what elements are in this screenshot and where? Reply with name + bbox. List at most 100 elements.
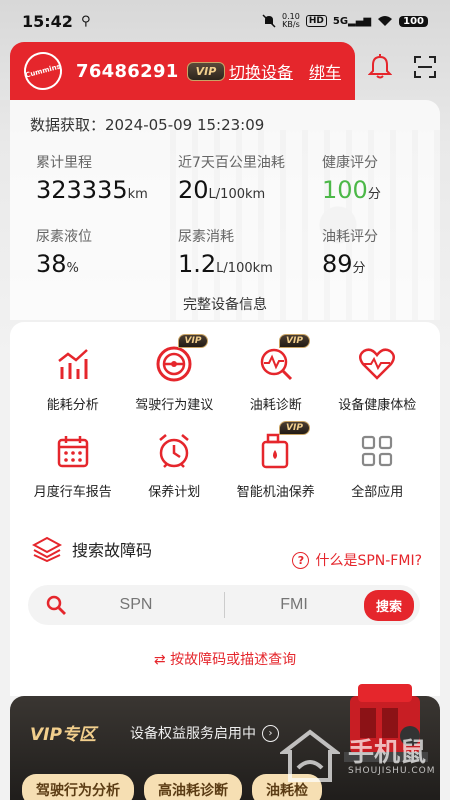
metric-value: 100 (322, 176, 368, 204)
metric-label: 近7天百公里油耗 (178, 155, 285, 171)
metric-value: 20 (178, 176, 209, 204)
function-label: 驾驶行为建议 (135, 398, 214, 413)
metric-unit: % (66, 261, 79, 276)
metric-value: 323335 (36, 176, 128, 204)
metric-health-score: 健康评分 100分 (322, 152, 381, 204)
logo-text: Cummins (24, 62, 62, 80)
metric-unit: 分 (367, 187, 381, 202)
functions-grid: 能耗分析 VIP 驾驶行为建议 VIP 油耗诊断 设备健康体检 月度行车报告 保… (22, 334, 429, 500)
fault-code-search-section: 搜索故障码 ? 什么是SPN-FMI? 搜索 ⇄ 按故障码或描述查询 (10, 516, 440, 696)
net-speed-unit: KB/s (282, 20, 300, 29)
status-time: 15:42 (22, 11, 73, 31)
status-bar: 15:42 ⚲ 0.10 KB/s HD 5G▂▄▆ 100 (0, 0, 450, 42)
metric-7day-fuel: 近7天百公里油耗 20L/100km (178, 152, 285, 204)
spn-input[interactable] (76, 596, 196, 614)
search-button[interactable]: 搜索 (363, 589, 414, 621)
fault-code-search-bar: 搜索 (28, 585, 420, 625)
search-title-text: 搜索故障码 (72, 541, 153, 560)
metric-unit: L/100km (216, 261, 273, 276)
all-apps-button[interactable]: 全部应用 (327, 431, 429, 500)
fmi-input[interactable] (229, 596, 359, 614)
net-speed: 0.10 KB/s (282, 13, 300, 29)
switch-device-link[interactable]: 切换设备 (229, 59, 293, 83)
alarm-clock-icon (154, 431, 194, 471)
vip-subtitle-text: 设备权益服务启用中 (130, 726, 256, 742)
device-header: Cummins 76486291 VIP 切换设备 绑车 (10, 42, 355, 100)
full-device-info-link[interactable]: 完整设备信息 (10, 294, 440, 314)
maintenance-plan-button[interactable]: 保养计划 (124, 431, 226, 500)
swap-icon: ⇄ (153, 652, 171, 668)
help-link-text: 什么是SPN-FMI? (315, 553, 422, 569)
function-label: 油耗诊断 (249, 398, 302, 413)
fetch-label: 数据获取： (30, 116, 106, 134)
mute-icon (262, 14, 276, 28)
metric-unit: 分 (352, 261, 366, 276)
metric-fuel-score: 油耗评分 89分 (322, 226, 378, 278)
metric-value: 89 (322, 250, 353, 278)
health-check-button[interactable]: 设备健康体检 (327, 344, 429, 413)
vip-zone-subtitle: 设备权益服务启用中 › (130, 723, 279, 743)
vehicle-data-card: 数据获取：2024-05-09 15:23:09 累计里程 323335km 近… (10, 100, 440, 320)
chevron-right-icon: › (262, 724, 279, 742)
question-icon: ? (292, 551, 310, 569)
metric-urea-level: 尿素液位 38% (36, 226, 92, 278)
watermark-text: 手机鼠 (348, 738, 427, 768)
functions-card: 能耗分析 VIP 驾驶行为建议 VIP 油耗诊断 设备健康体检 月度行车报告 保… (10, 322, 440, 516)
driving-behavior-button[interactable]: VIP 驾驶行为建议 (124, 334, 226, 413)
function-label: 保养计划 (148, 485, 201, 500)
data-fetch-time: 数据获取：2024-05-09 15:23:09 (30, 114, 264, 135)
status-icons: 0.10 KB/s HD 5G▂▄▆ 100 (262, 13, 428, 29)
usb-icon: ⚲ (80, 13, 91, 29)
search-icon (46, 595, 66, 615)
layers-icon (32, 536, 62, 562)
fetch-time-value: 2024-05-09 15:23:09 (105, 116, 265, 134)
metric-urea-consumption: 尿素消耗 1.2L/100km (178, 226, 273, 278)
fuel-diagnosis-button[interactable]: VIP 油耗诊断 (225, 334, 327, 413)
monthly-report-button[interactable]: 月度行车报告 (22, 431, 124, 500)
bind-vehicle-link[interactable]: 绑车 (309, 59, 341, 83)
vip-tag: VIP (279, 334, 310, 348)
vip-service-pill[interactable]: 驾驶行为分析 (22, 774, 134, 800)
hd-badge: HD (305, 15, 327, 27)
header-icons (368, 54, 436, 80)
metric-label: 尿素液位 (36, 229, 92, 245)
vip-badge: VIP (186, 61, 226, 81)
vip-service-pill[interactable]: 高油耗诊断 (144, 774, 242, 800)
smart-oil-maintenance-button[interactable]: VIP 智能机油保养 (225, 421, 327, 500)
function-label: 智能机油保养 (236, 485, 315, 500)
energy-analysis-button[interactable]: 能耗分析 (22, 344, 124, 413)
vip-tag: VIP (177, 334, 209, 348)
steering-wheel-icon (154, 344, 194, 384)
metric-label: 累计里程 (36, 155, 92, 171)
function-label: 月度行车报告 (33, 485, 112, 500)
function-label: 设备健康体检 (338, 398, 417, 413)
metric-unit: L/100km (208, 187, 266, 202)
function-label: 能耗分析 (46, 398, 99, 413)
vip-zone-title: VIP专区 (30, 725, 96, 745)
signal-label: 5G (332, 15, 349, 27)
metric-value: 1.2 (178, 250, 217, 278)
query-link-text: 按故障码或描述查询 (170, 652, 297, 668)
oil-can-icon (256, 431, 296, 471)
diagnosis-icon (256, 344, 296, 384)
metric-value: 38 (36, 250, 67, 278)
vip-tag: VIP (279, 421, 310, 435)
spn-fmi-help-link[interactable]: ? 什么是SPN-FMI? (292, 550, 422, 570)
metric-unit: km (127, 187, 148, 202)
function-label: 全部应用 (351, 485, 404, 500)
grid-icon (357, 431, 397, 471)
input-separator (224, 592, 225, 618)
cummins-logo: Cummins (19, 47, 67, 95)
watermark-subtext: SHOUJISHU.COM (348, 766, 436, 776)
device-id: 76486291 (76, 60, 179, 82)
scan-icon[interactable] (414, 56, 436, 78)
metric-label: 油耗评分 (322, 229, 378, 245)
metric-total-mileage: 累计里程 323335km (36, 152, 148, 204)
metric-label: 尿素消耗 (178, 229, 234, 245)
query-by-description-link[interactable]: ⇄ 按故障码或描述查询 (10, 649, 440, 669)
bell-icon[interactable] (368, 54, 392, 80)
chart-icon (53, 344, 93, 384)
vip-services: 驾驶行为分析 高油耗诊断 油耗检 (22, 774, 322, 800)
metric-label: 健康评分 (322, 155, 378, 171)
calendar-icon (53, 431, 93, 471)
